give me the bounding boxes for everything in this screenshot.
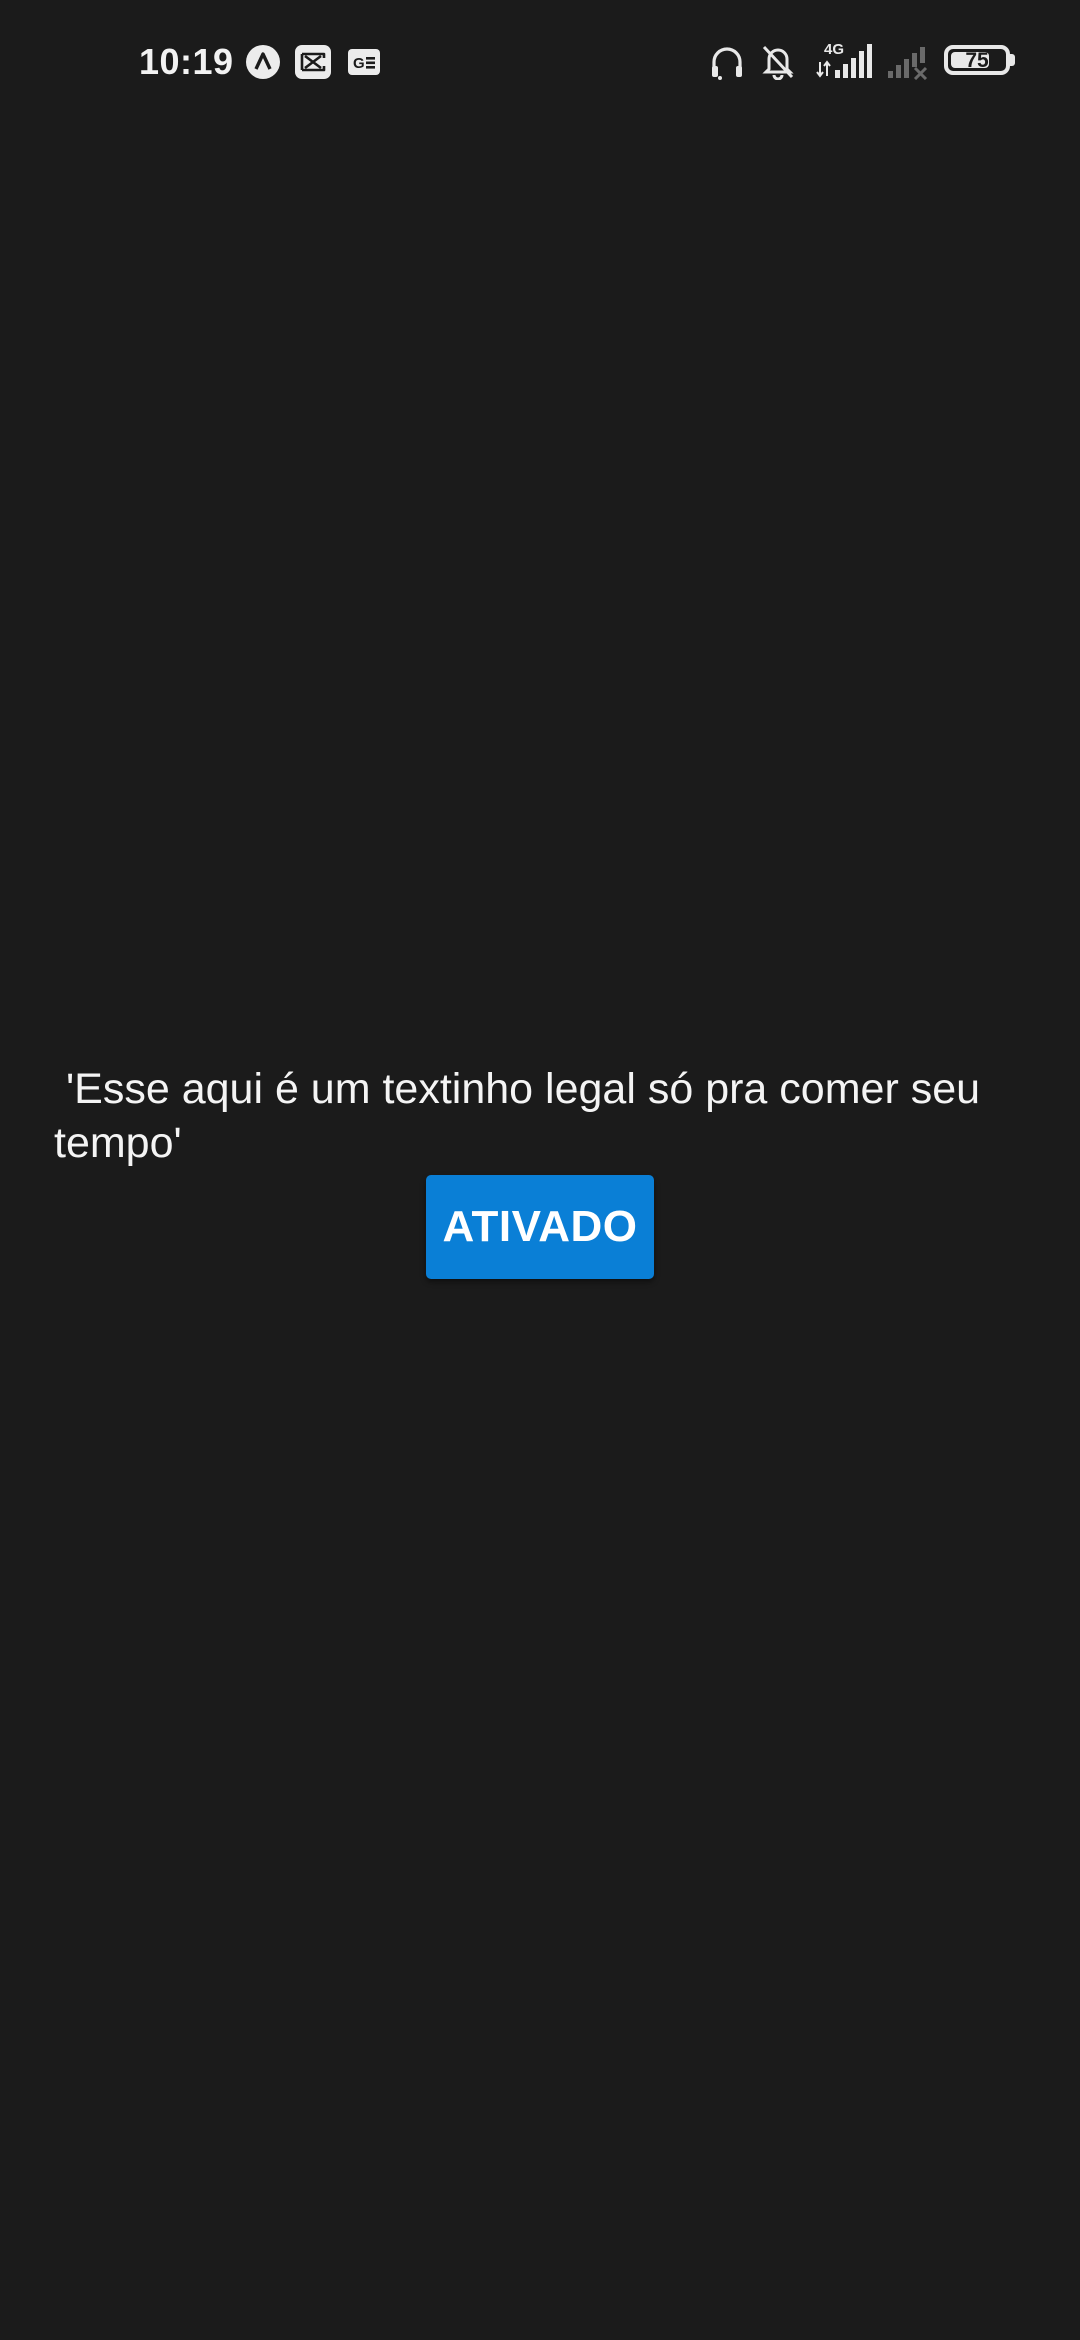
activated-button[interactable]: ATIVADO	[426, 1175, 654, 1279]
signal-4g-icon: 4G	[816, 41, 872, 78]
battery-percentage: 75	[965, 49, 989, 72]
nova-launcher-icon	[246, 45, 280, 79]
signal-no-service-icon	[888, 47, 928, 80]
network-type-label: 4G	[824, 41, 844, 58]
bell-muted-icon	[762, 45, 794, 80]
battery-icon: 75	[944, 45, 1010, 75]
status-time: 10:19	[139, 41, 234, 82]
status-bar: 10:19 G 4G 75	[0, 0, 1080, 124]
gboard-icon: G	[348, 49, 380, 75]
message-text: 'Esse aqui é um textinho legal só pra co…	[54, 1065, 992, 1167]
app-screen: 10:19 G 4G 75 'Esse aqui é um textinho l…	[0, 0, 1080, 2340]
headphones-icon	[712, 47, 742, 80]
capcut-icon	[295, 45, 331, 79]
battery-tip	[1010, 54, 1015, 66]
svg-text:G: G	[353, 55, 365, 72]
